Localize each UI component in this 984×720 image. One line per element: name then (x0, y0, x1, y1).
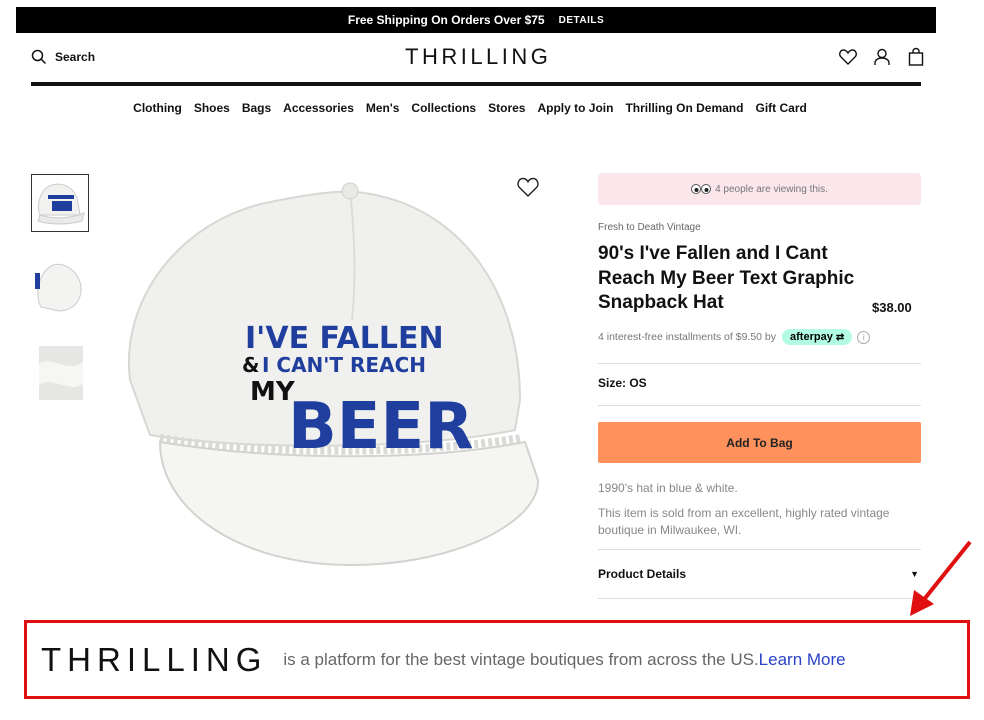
viewing-text: 4 people are viewing this. (715, 183, 828, 195)
search-label: Search (55, 50, 96, 64)
site-logo[interactable]: THRILLING (405, 44, 551, 70)
thumbnail-side[interactable] (31, 259, 89, 317)
thumbnail-inside[interactable] (31, 344, 89, 402)
search-icon (31, 49, 47, 65)
nav-item-mens[interactable]: Men's (366, 101, 400, 115)
hat-text-line4: BEER (288, 390, 474, 464)
product-details-label: Product Details (598, 567, 687, 581)
product-price: $38.00 (872, 300, 912, 315)
afterpay-badge[interactable]: afterpay ⇄ (782, 329, 853, 345)
footer-logo[interactable]: THRILLING (41, 641, 267, 679)
nav-item-bags[interactable]: Bags (242, 101, 271, 115)
nav-item-apply[interactable]: Apply to Join (537, 101, 613, 115)
main-nav: Clothing Shoes Bags Accessories Men's Co… (0, 101, 940, 115)
promo-banner: Free Shipping On Orders Over $75 DETAILS (16, 7, 936, 33)
afterpay-text: 4 interest-free installments of $9.50 by (598, 331, 777, 343)
promo-text: Free Shipping On Orders Over $75 (347, 13, 545, 27)
vendor-name[interactable]: Fresh to Death Vintage (598, 222, 701, 233)
annotation-arrow-icon (910, 540, 972, 616)
eyes-icon (691, 184, 712, 194)
heart-icon (517, 177, 539, 197)
platform-footer-banner: THRILLING is a platform for the best vin… (24, 620, 970, 699)
header-divider (31, 82, 921, 86)
divider (598, 363, 921, 364)
size-label: Size: OS (598, 376, 647, 390)
description-short: 1990's hat in blue & white. (598, 481, 738, 495)
product-title: 90's I've Fallen and I Cant Reach My Bee… (598, 243, 855, 313)
favorite-button[interactable] (516, 176, 540, 203)
viewing-notice: 4 people are viewing this. (598, 173, 921, 205)
wishlist-icon[interactable] (838, 47, 858, 67)
description-long: This item is sold from an excellent, hig… (598, 506, 890, 537)
nav-item-collections[interactable]: Collections (411, 101, 476, 115)
afterpay-logo-icon: ⇄ (835, 331, 845, 343)
divider (598, 598, 921, 599)
info-icon[interactable]: i (857, 330, 871, 344)
product-details-toggle[interactable]: Product Details ▼ (598, 567, 921, 581)
nav-item-accessories[interactable]: Accessories (283, 101, 354, 115)
footer-text: is a platform for the best vintage bouti… (283, 649, 759, 669)
hat-text-line1: I'VE FALLEN (245, 321, 444, 356)
afterpay-row: 4 interest-free installments of $9.50 by… (598, 329, 871, 345)
header-actions (838, 47, 926, 67)
nav-item-clothing[interactable]: Clothing (133, 101, 182, 115)
search-button[interactable]: Search (31, 49, 95, 65)
hat-text-amp: & (242, 353, 259, 377)
afterpay-label: afterpay (790, 331, 833, 343)
account-icon[interactable] (872, 47, 892, 67)
add-to-bag-button[interactable]: Add To Bag (598, 422, 921, 463)
divider (598, 405, 921, 406)
nav-item-stores[interactable]: Stores (488, 101, 525, 115)
nav-item-on-demand[interactable]: Thrilling On Demand (625, 101, 743, 115)
divider (598, 549, 921, 550)
thumbnail-front[interactable] (31, 174, 89, 232)
learn-more-link[interactable]: Learn More (759, 650, 846, 670)
nav-item-gift-card[interactable]: Gift Card (755, 101, 806, 115)
promo-details-link[interactable]: DETAILS (559, 15, 605, 26)
hat-text-line2: I CAN'T REACH (262, 353, 426, 377)
bag-icon[interactable] (906, 47, 926, 67)
nav-item-shoes[interactable]: Shoes (194, 101, 230, 115)
product-image-hat: I'VE FALLEN & I CAN'T REACH MY BEER (127, 182, 540, 567)
